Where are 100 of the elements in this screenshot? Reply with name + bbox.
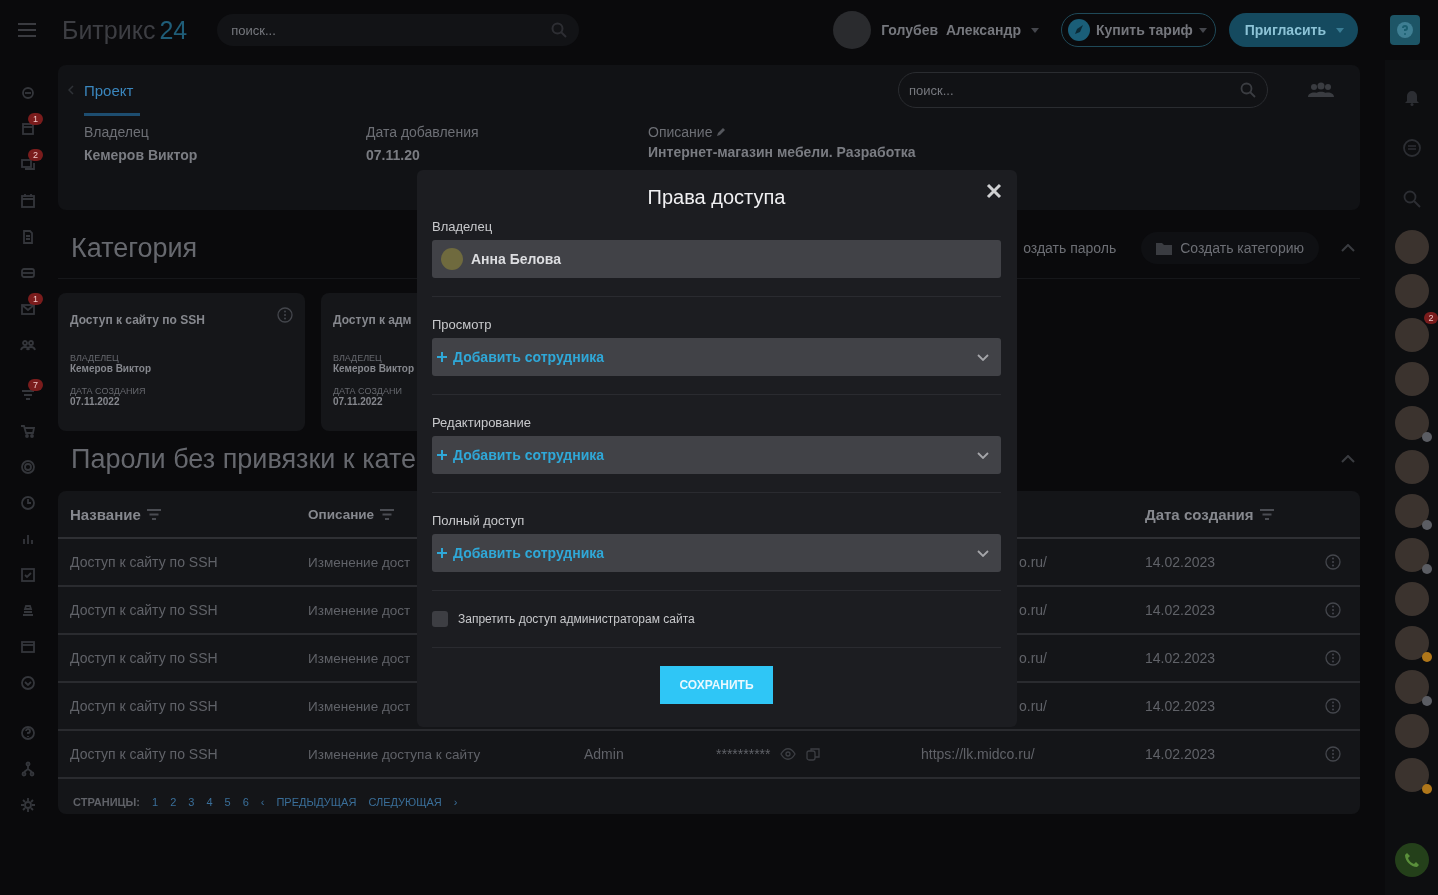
- kebab-icon[interactable]: [1325, 602, 1341, 618]
- gear-icon[interactable]: [19, 797, 36, 813]
- mail-icon[interactable]: [19, 301, 36, 317]
- bell-icon[interactable]: [1403, 88, 1420, 106]
- owner-avatar: [441, 248, 463, 270]
- column-header[interactable]: Название: [70, 505, 141, 523]
- close-icon[interactable]: [986, 183, 1002, 199]
- field-label: Полный доступ: [432, 513, 525, 528]
- employee-select[interactable]: Добавить сотрудника: [432, 338, 1001, 376]
- contact-avatar[interactable]: [1394, 758, 1429, 792]
- field-label: Владелец: [432, 219, 493, 234]
- people-icon[interactable]: [1308, 82, 1334, 98]
- table-cell: Изменение доступа к сайту: [308, 747, 481, 762]
- funnel-icon[interactable]: [19, 387, 36, 403]
- checkbox[interactable]: [432, 611, 448, 627]
- feed-icon[interactable]: [19, 85, 36, 101]
- clock-icon[interactable]: [19, 495, 36, 511]
- caret-icon: [1336, 27, 1344, 33]
- filter-icon[interactable]: [1259, 508, 1274, 520]
- kebab-icon[interactable]: [277, 307, 293, 323]
- category-card[interactable]: Доступ к сайту по SSH ВЛАДЕЛЕЦ Кемеров Виктор ДАТА СОЗДАНИЯ 07.11.2022: [58, 293, 305, 431]
- contact-avatar[interactable]: [1394, 406, 1429, 440]
- card-label: ВЛАДЕЛЕЦ: [70, 353, 119, 363]
- copy-icon[interactable]: [806, 747, 821, 761]
- page-link[interactable]: 5: [224, 796, 231, 808]
- search-field[interactable]: поиск...: [898, 72, 1268, 108]
- chevron-down-icon: [977, 451, 989, 459]
- group-icon[interactable]: [19, 337, 36, 353]
- table-cell: Изменение дост: [308, 555, 411, 570]
- chat-icon[interactable]: [19, 157, 36, 173]
- back-link[interactable]: Проект: [68, 81, 134, 99]
- filter-icon[interactable]: [146, 508, 161, 520]
- target-icon[interactable]: [19, 459, 36, 475]
- filter-icon[interactable]: [380, 508, 395, 520]
- calendar-icon[interactable]: [19, 193, 36, 209]
- user-avatar[interactable]: [833, 11, 872, 49]
- table-cell: o.ru/: [1019, 602, 1047, 618]
- page-link[interactable]: 1: [152, 796, 159, 808]
- page-link[interactable]: 4: [206, 796, 213, 808]
- table-cell: Изменение дост: [308, 603, 411, 618]
- table-cell: Доступ к сайту по SSH: [70, 650, 218, 666]
- employee-select[interactable]: Добавить сотрудника: [432, 436, 1001, 474]
- call-button[interactable]: [1394, 843, 1429, 877]
- info-value: 07.11.20: [366, 147, 421, 163]
- cart-icon[interactable]: [19, 423, 36, 439]
- more-icon[interactable]: [19, 675, 36, 691]
- field-label: Редактирование: [432, 415, 532, 430]
- help-icon[interactable]: [19, 725, 36, 741]
- card-title: Доступ к сайту по SSH: [70, 312, 205, 327]
- kebab-icon[interactable]: [1325, 554, 1341, 570]
- info-label: Описание: [648, 124, 713, 140]
- page-link[interactable]: 6: [242, 796, 249, 808]
- kebab-icon[interactable]: [1325, 698, 1341, 714]
- previous-arrow-link[interactable]: ‹: [260, 796, 265, 808]
- chat-icon[interactable]: [1401, 138, 1422, 158]
- table-cell: 14.02.2023: [1145, 746, 1216, 762]
- kebab-icon[interactable]: [1325, 650, 1341, 666]
- card-value: 07.11.2022: [70, 396, 120, 407]
- window-icon[interactable]: [19, 639, 36, 655]
- create-category-button[interactable]: Создать категорию: [1141, 232, 1319, 264]
- contact-avatar[interactable]: [1394, 626, 1429, 660]
- table-cell: Изменение дост: [308, 699, 411, 714]
- check-icon[interactable]: [19, 567, 36, 583]
- contact-avatar[interactable]: [1394, 538, 1429, 572]
- notification-badge: 1: [28, 113, 43, 125]
- contact-avatar[interactable]: [1394, 494, 1429, 528]
- search-field[interactable]: поиск...: [217, 14, 580, 46]
- info-label: Дата добавления: [366, 124, 479, 140]
- create-password-button[interactable]: оздать пароль: [1019, 232, 1132, 264]
- previous-page-link[interactable]: ПРЕДЫДУЩАЯ: [276, 796, 357, 808]
- chevron-down-icon: [977, 549, 989, 557]
- employee-select[interactable]: Добавить сотрудника: [432, 534, 1001, 572]
- eye-icon[interactable]: [780, 748, 797, 760]
- page-link[interactable]: 2: [170, 796, 177, 808]
- column-header[interactable]: Описание: [308, 506, 375, 522]
- kebab-icon[interactable]: [1325, 746, 1341, 762]
- search-icon[interactable]: [551, 22, 568, 38]
- contact-avatar[interactable]: [1394, 670, 1429, 704]
- collapse-icon[interactable]: [1341, 244, 1355, 252]
- table-cell: **********: [716, 746, 771, 762]
- user-name[interactable]: Голубев Александр: [881, 22, 1021, 38]
- pagination-label: СТРАНИЦЫ:: [73, 796, 141, 808]
- logo-number: 24: [159, 15, 188, 44]
- search-icon[interactable]: [1240, 82, 1256, 98]
- collapse-icon[interactable]: [1341, 455, 1355, 463]
- table-cell: https://lk.midco.ru/: [921, 746, 1035, 762]
- invite-button[interactable]: Пригласить: [1228, 13, 1358, 47]
- next-arrow-link[interactable]: ›: [453, 796, 458, 808]
- table-cell: 14.02.2023: [1145, 554, 1216, 570]
- owner-field[interactable]: Анна Белова: [432, 240, 1001, 278]
- next-page-link[interactable]: СЛЕДУЮЩАЯ: [368, 796, 442, 808]
- help-button[interactable]: [1390, 15, 1420, 45]
- checkbox-label[interactable]: Запретить доступ администраторам сайта: [458, 612, 695, 626]
- page-link[interactable]: 3: [188, 796, 195, 808]
- menu-icon[interactable]: [18, 23, 36, 37]
- search-icon[interactable]: [1402, 190, 1421, 208]
- tree-icon[interactable]: [19, 761, 36, 777]
- column-header[interactable]: Дата создания: [1145, 505, 1254, 523]
- dialog-title: Права доступа: [647, 186, 786, 209]
- pencil-icon[interactable]: [716, 127, 727, 137]
